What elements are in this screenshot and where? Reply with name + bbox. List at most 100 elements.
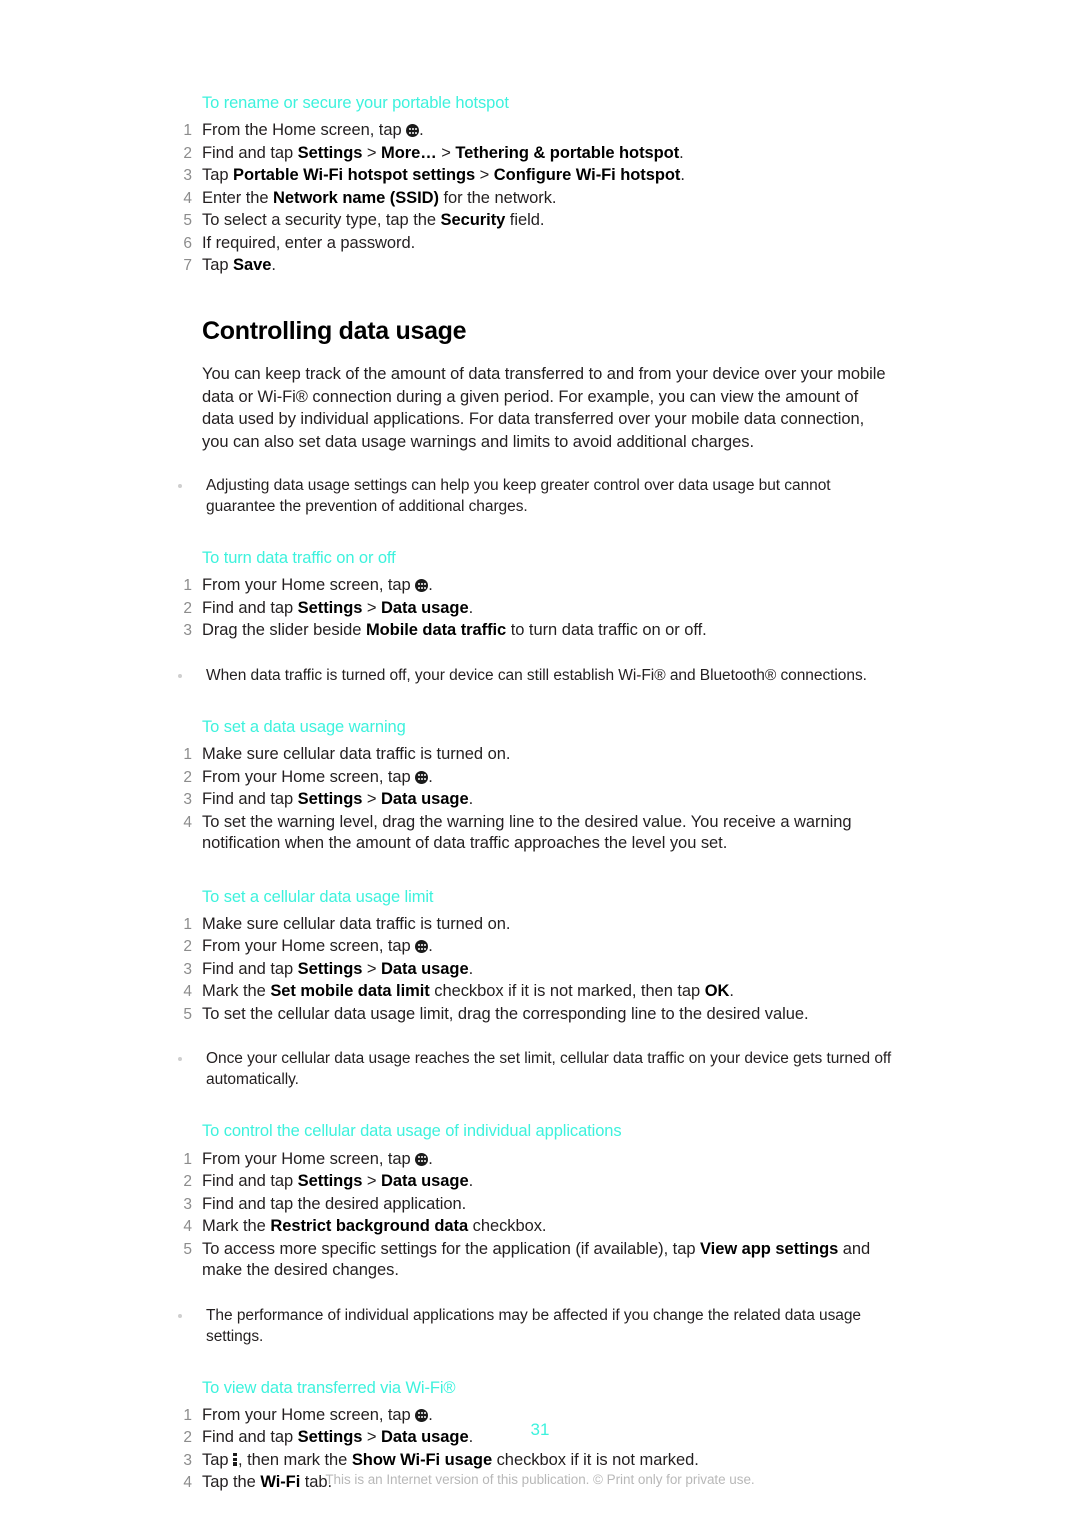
steps-individual-applications: From your Home screen, tap . Find and ta…: [176, 1149, 892, 1282]
step-text-end: field.: [505, 211, 545, 230]
step-item: To set the warning level, drag the warni…: [176, 812, 852, 853]
note-text: Once your cellular data usage reaches th…: [206, 1050, 892, 1089]
step-sep: >: [362, 1172, 382, 1191]
ui-term-data-usage: Data usage: [381, 959, 469, 978]
ui-term-settings: Settings: [297, 959, 363, 978]
step-sep: >: [362, 143, 382, 162]
step-text-end: to turn data traffic on or off.: [506, 621, 707, 640]
step-text: Drag the slider beside: [202, 621, 366, 640]
step-sep: >: [362, 598, 382, 617]
step-text-end: .: [271, 256, 276, 275]
step-text-end: .: [729, 982, 734, 1001]
step-item: If required, enter a password.: [176, 233, 416, 254]
steps-rename-hotspot: From the Home screen, tap . Find and tap…: [176, 120, 892, 277]
ui-term-show-wifi-usage: Show Wi-Fi usage: [351, 1450, 493, 1469]
step-text: From your Home screen, tap: [202, 576, 416, 595]
step-text: From your Home screen, tap: [202, 937, 416, 956]
step-text-end: .: [679, 143, 684, 162]
ui-term-ok: OK: [704, 982, 730, 1001]
step-item: Find and tap the desired application.: [176, 1194, 467, 1215]
step-text: Tap: [202, 1450, 233, 1469]
step-text-end: .: [468, 790, 474, 809]
ui-term-data-usage: Data usage: [381, 1172, 469, 1191]
steps-turn-data-traffic: From your Home screen, tap . Find and ta…: [176, 575, 892, 642]
step-item: To set the cellular data usage limit, dr…: [176, 1004, 809, 1025]
note-data-traffic-off: When data traffic is turned off, your de…: [178, 665, 892, 686]
ui-term-settings: Settings: [297, 143, 363, 162]
step-item: Tap , then mark the Show Wi-Fi usage che…: [176, 1450, 892, 1472]
step-text: Find and tap: [202, 598, 298, 617]
overflow-menu-icon: [233, 1452, 238, 1467]
step-text: Mark the: [202, 1217, 271, 1236]
ui-term-settings: Settings: [297, 598, 363, 617]
step-text-end: .: [428, 937, 433, 956]
app-drawer-icon: [415, 770, 429, 784]
page-title: Controlling data usage: [202, 316, 467, 345]
step-sep: >: [362, 790, 382, 809]
step-item: Find and tap Settings > Data usage.: [176, 959, 892, 981]
step-text: From the Home screen, tap: [202, 121, 407, 140]
step-text: Find and tap: [202, 143, 298, 162]
step-item: From the Home screen, tap .: [176, 120, 892, 142]
app-drawer-icon: [415, 940, 429, 954]
step-text-mid: checkbox if it is not marked, then tap: [429, 982, 705, 1001]
subheading-rename-hotspot: To rename or secure your portable hotspo…: [202, 94, 509, 112]
step-item: From your Home screen, tap .: [176, 936, 892, 958]
step-text-end: .: [680, 166, 685, 185]
step-item: To select a security type, tap the Secur…: [176, 210, 892, 232]
steps-cellular-data-limit: Make sure cellular data traffic is turne…: [176, 914, 892, 1026]
step-item: Find and tap Settings > More… > Tetherin…: [176, 143, 892, 165]
step-item: Find and tap Settings > Data usage.: [176, 598, 892, 620]
note-text: The performance of individual applicatio…: [206, 1306, 862, 1345]
step-text: Find and tap: [202, 959, 298, 978]
note-text: Adjusting data usage settings can help y…: [206, 477, 831, 516]
step-text-end: .: [428, 576, 433, 595]
note-app-performance: The performance of individual applicatio…: [178, 1305, 892, 1347]
page-footer: This is an Internet version of this publ…: [325, 1472, 755, 1487]
step-sep: >: [362, 959, 382, 978]
app-drawer-icon: [406, 124, 420, 138]
note-data-usage-settings: Adjusting data usage settings can help y…: [178, 475, 892, 517]
step-text-end: .: [468, 1172, 474, 1191]
step-item: Tap Portable Wi-Fi hotspot settings > Co…: [176, 165, 892, 187]
step-item: From your Home screen, tap .: [176, 575, 892, 597]
app-drawer-icon: [415, 1152, 429, 1166]
subheading-data-usage-warning: To set a data usage warning: [202, 717, 406, 736]
ui-term-settings: Settings: [297, 1172, 363, 1191]
step-text-end: .: [419, 121, 424, 140]
subheading-turn-data-traffic: To turn data traffic on or off: [202, 549, 396, 568]
step-text: To select a security type, tap the: [202, 211, 441, 230]
step-item: Find and tap Settings > Data usage.: [176, 789, 892, 811]
step-text-end: .: [428, 1149, 433, 1168]
step-item: To access more specific settings for the…: [176, 1239, 892, 1282]
step-text: Find and tap: [202, 1172, 298, 1191]
step-item: From your Home screen, tap .: [176, 1149, 892, 1171]
step-text: Tap: [202, 256, 233, 275]
document-page: To rename or secure your portable hotspo…: [0, 0, 1080, 1527]
step-text-end: .: [468, 598, 474, 617]
step-item: Enter the Network name (SSID) for the ne…: [176, 188, 892, 210]
app-drawer-icon: [415, 579, 429, 593]
ui-term-ssid: Network name (SSID): [273, 188, 439, 207]
ui-term-view-app-settings: View app settings: [700, 1239, 839, 1258]
note-bullet-icon: [178, 1057, 182, 1062]
ui-term-data-usage: Data usage: [381, 790, 469, 809]
subheading-cellular-data-limit: To set a cellular data usage limit: [202, 887, 434, 906]
page-content: To rename or secure your portable hotspo…: [176, 92, 892, 1495]
note-text: When data traffic is turned off, your de…: [206, 666, 867, 684]
step-sep: >: [475, 166, 494, 185]
step-item: Mark the Restrict background data checkb…: [176, 1216, 892, 1238]
ui-term-hotspot-settings: Portable Wi-Fi hotspot settings: [233, 166, 476, 185]
step-sep: >: [436, 143, 456, 162]
step-item: From your Home screen, tap .: [176, 767, 892, 789]
step-text-end: .: [468, 959, 474, 978]
ui-term-set-mobile-data-limit: Set mobile data limit: [270, 982, 430, 1001]
ui-term-save: Save: [233, 256, 272, 275]
